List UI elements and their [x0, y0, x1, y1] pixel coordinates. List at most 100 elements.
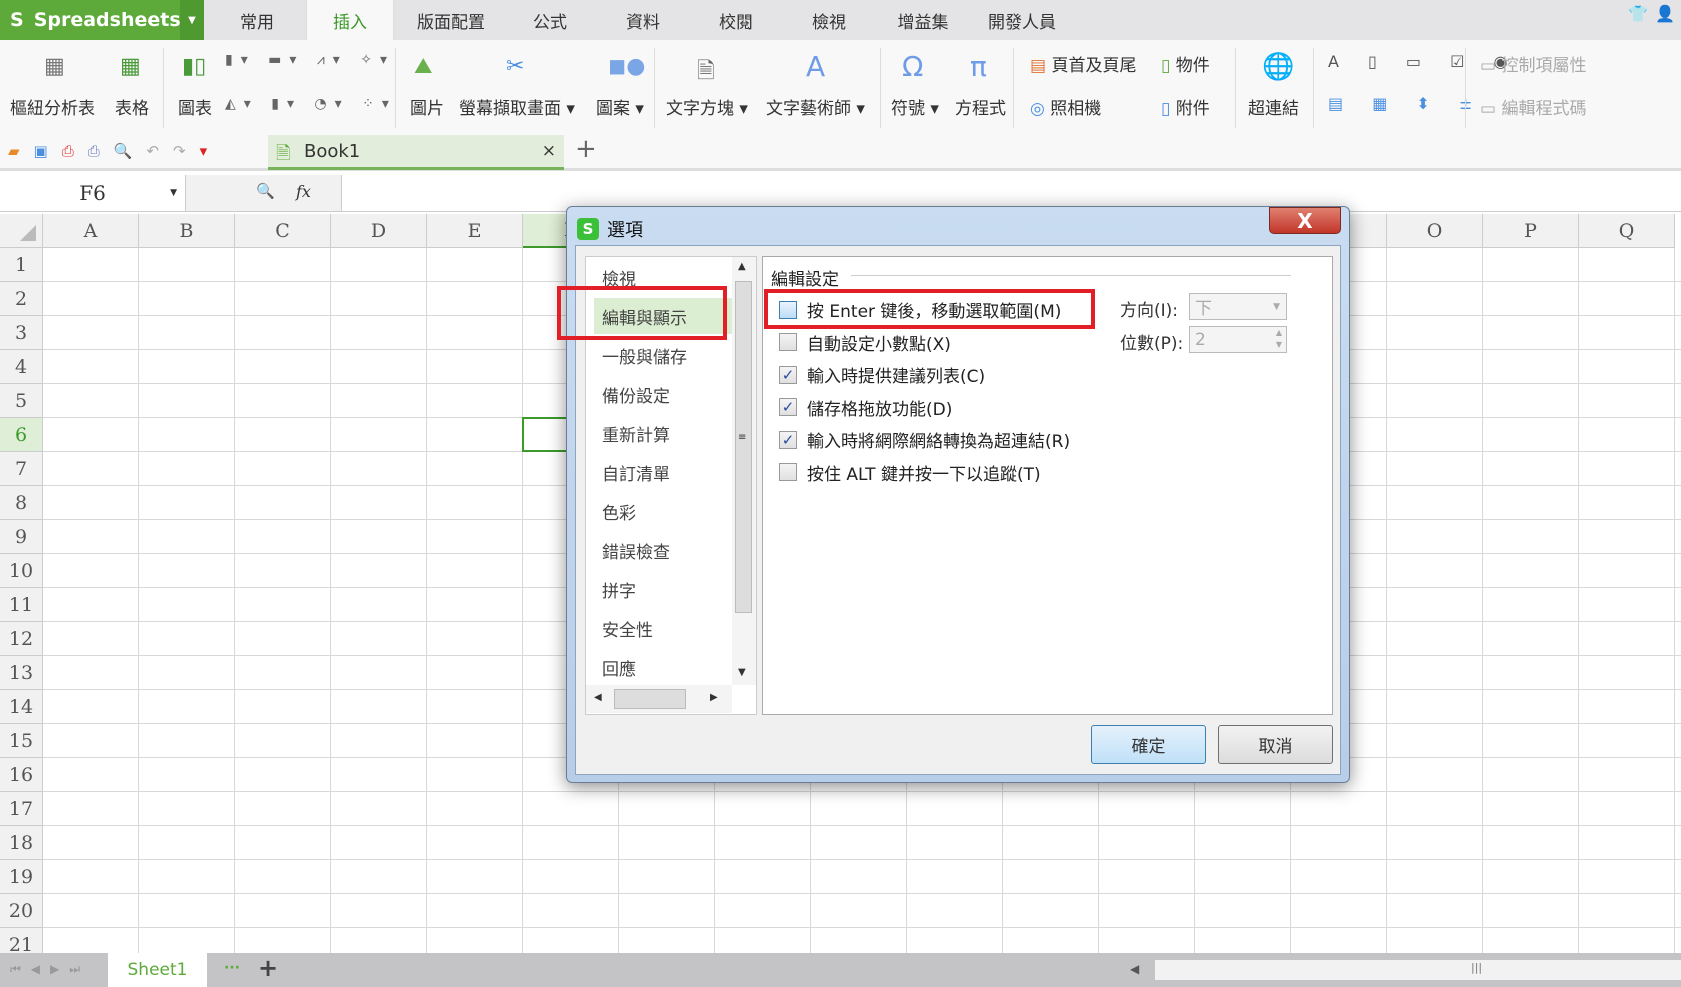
scroll-left-icon[interactable]: ◀ [1130, 962, 1139, 976]
row-header-19[interactable]: 19 [0, 860, 43, 894]
tab-3[interactable]: 公式 [520, 0, 580, 40]
tab-7[interactable]: 增益集 [888, 0, 958, 40]
ok-button[interactable]: 確定 [1091, 725, 1206, 764]
textbox-button[interactable]: 文字方塊 ▾ [666, 94, 748, 119]
symbol-button[interactable]: 符號 ▾ [891, 94, 939, 119]
row-header-10[interactable]: 10 [0, 554, 43, 588]
row-header-18[interactable]: 18 [0, 826, 43, 860]
category-item[interactable]: 拼字 [594, 571, 734, 607]
places-spinner[interactable]: 2 ▲ ▼ [1189, 326, 1287, 353]
pivot-table-button[interactable]: 樞紐分析表 [10, 94, 95, 119]
category-item[interactable]: 重新計算 [594, 415, 734, 451]
row-header-20[interactable]: 20 [0, 894, 43, 928]
name-box[interactable]: F6 ▼ [0, 175, 186, 211]
row-header-4[interactable]: 4 [0, 350, 43, 384]
category-item[interactable]: 自訂清單 [594, 454, 734, 490]
row-header-15[interactable]: 15 [0, 724, 43, 758]
close-tab-icon[interactable]: × [542, 141, 556, 161]
chart-type-icons-row2[interactable]: ◭▾ ▮▾ ◔▾ ⁘▾ [225, 96, 397, 112]
new-tab-button[interactable]: + [575, 134, 597, 164]
tab-4[interactable]: 資料 [612, 0, 674, 40]
user-icon[interactable]: 👤 [1655, 4, 1675, 23]
row-header-3[interactable]: 3 [0, 316, 43, 350]
chevron-down-icon[interactable]: ▼ [170, 188, 177, 198]
control-properties-button[interactable]: ▭ 控制項屬性 [1480, 51, 1586, 76]
scroll-up-icon[interactable]: ▲ [738, 261, 746, 272]
row-header-7[interactable]: 7 [0, 452, 43, 486]
row-header-5[interactable]: 5 [0, 384, 43, 418]
option-row[interactable]: 自動設定小數點(X) [779, 330, 951, 355]
scroll-left-icon[interactable]: ◀ [594, 692, 602, 703]
row-header-1[interactable]: 1 [0, 248, 43, 282]
checkbox[interactable]: ✓ [779, 398, 797, 416]
checkbox[interactable]: ✓ [779, 430, 797, 449]
quick-access-icons[interactable]: ▰▣⎙⎙🔍↶↷▾ [8, 142, 221, 160]
checkbox[interactable]: ✓ [779, 365, 797, 384]
form-controls-row2[interactable]: ▤ ▦ ⬍ ± [1328, 94, 1484, 113]
option-row[interactable]: 按住 ALT 鍵并按一下以追蹤(T) [779, 460, 1041, 485]
column-header-C[interactable]: C [235, 214, 331, 248]
tab-1[interactable]: 插入 [306, 0, 394, 40]
category-item[interactable]: 安全性 [594, 610, 734, 646]
select-all-corner[interactable] [0, 214, 43, 248]
zoom-icon[interactable]: 🔍 [256, 182, 275, 200]
scrollbar-thumb[interactable]: ≡ [735, 281, 752, 613]
chart-button[interactable]: 圖表 [178, 94, 212, 119]
scroll-right-icon[interactable]: ▶ [710, 692, 718, 703]
column-header-E[interactable]: E [427, 214, 523, 248]
picture-button[interactable]: 圖片 [410, 94, 444, 119]
column-header-A[interactable]: A [43, 214, 139, 248]
row-header-6[interactable]: 6 [0, 418, 43, 452]
row-header-8[interactable]: 8 [0, 486, 43, 520]
screenshot-button[interactable]: 螢幕擷取畫面 ▾ [459, 94, 575, 119]
scroll-down-icon[interactable]: ▼ [738, 667, 746, 678]
shapes-button[interactable]: 圖案 ▾ [596, 94, 644, 119]
spinner-arrows-icon[interactable]: ▲ ▼ [1276, 327, 1282, 351]
row-header-11[interactable]: 11 [0, 588, 43, 622]
tab-5[interactable]: 校閱 [705, 0, 767, 40]
dialog-titlebar[interactable]: S 選項 [577, 215, 643, 243]
horizontal-scrollbar[interactable]: ◀ ▶ [586, 685, 732, 713]
hyperlink-button[interactable]: 超連結 [1248, 94, 1299, 119]
skin-icon[interactable]: 👕 [1628, 4, 1648, 23]
column-header-P[interactable]: P [1483, 214, 1579, 248]
row-header-17[interactable]: 17 [0, 792, 43, 826]
scrollbar-thumb[interactable] [614, 689, 686, 709]
row-header-2[interactable]: 2 [0, 282, 43, 316]
header-footer-button[interactable]: ▤ 頁首及頁尾 [1030, 51, 1136, 76]
option-row[interactable]: ✓ 輸入時將網際網絡轉換為超連結(R) [779, 427, 1070, 452]
column-header-B[interactable]: B [139, 214, 235, 248]
row-header-16[interactable]: 16 [0, 758, 43, 792]
option-row[interactable]: ✓ 輸入時提供建議列表(C) [779, 362, 985, 387]
row-header-14[interactable]: 14 [0, 690, 43, 724]
function-button[interactable]: fx [296, 182, 311, 201]
document-tab-book1[interactable]: 🗎 Book1 × [268, 135, 564, 170]
table-button[interactable]: 表格 [115, 94, 149, 119]
sheet-tab-sheet1[interactable]: Sheet1 [108, 953, 207, 987]
attachment-button[interactable]: ▯ 附件 [1161, 94, 1210, 119]
row-header-9[interactable]: 9 [0, 520, 43, 554]
chart-type-icons-row1[interactable]: ▮▾ ▬▾ ⩘▾ ✧▾ [225, 52, 395, 68]
more-sheets-button[interactable]: ··· [224, 960, 240, 976]
sheet-nav-arrows[interactable]: ⏮◀▶⏭ [10, 962, 90, 977]
close-button[interactable]: X [1269, 207, 1341, 234]
tab-8[interactable]: 開發人員 [978, 0, 1066, 40]
edit-code-button[interactable]: ▭ 編輯程式碼 [1480, 94, 1586, 119]
horizontal-scrollbar[interactable]: ||| [1155, 960, 1681, 980]
wordart-button[interactable]: 文字藝術師 ▾ [766, 94, 865, 119]
option-row[interactable]: ✓ 儲存格拖放功能(D) [779, 395, 952, 420]
row-header-13[interactable]: 13 [0, 656, 43, 690]
column-header-Q[interactable]: Q [1579, 214, 1675, 248]
app-menu-button[interactable]: S Spreadsheets ▼ [0, 0, 204, 40]
category-item[interactable]: 錯誤檢查 [594, 532, 734, 568]
add-sheet-button[interactable]: + [258, 954, 278, 982]
chevron-down-icon[interactable]: ▼ [180, 0, 204, 40]
tab-2[interactable]: 版面配置 [410, 0, 492, 40]
tab-6[interactable]: 檢視 [797, 0, 861, 40]
vertical-scrollbar[interactable]: ▲ ≡ ▼ [732, 257, 756, 685]
direction-select[interactable]: 下 ▼ [1189, 293, 1287, 320]
cancel-button[interactable]: 取消 [1218, 725, 1333, 764]
row-header-12[interactable]: 12 [0, 622, 43, 656]
column-header-D[interactable]: D [331, 214, 427, 248]
equation-button[interactable]: 方程式 [955, 94, 1006, 119]
